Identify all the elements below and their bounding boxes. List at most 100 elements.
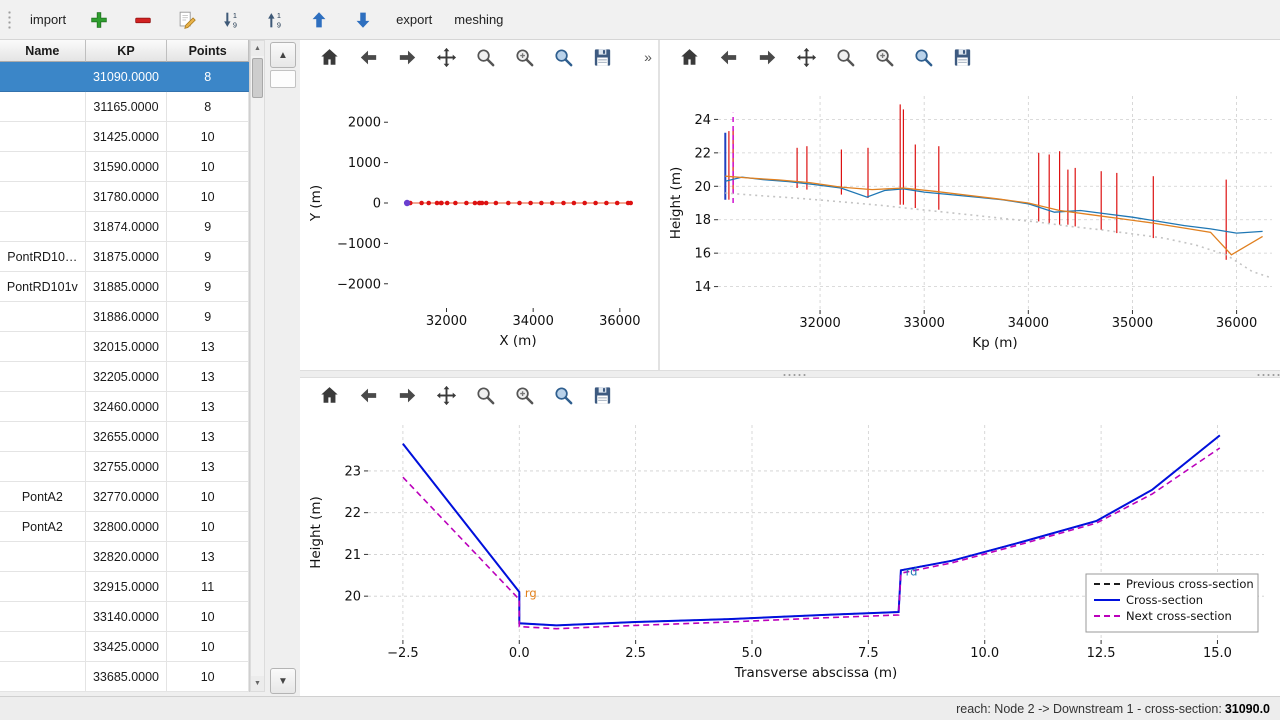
meshing-button[interactable]: meshing xyxy=(447,6,510,34)
zoom-button[interactable] xyxy=(472,44,498,70)
profile-view-chart[interactable]: 3200033000340003500036000141618202224Kp … xyxy=(660,74,1280,370)
zoom-mark-button[interactable] xyxy=(511,44,537,70)
save-button[interactable] xyxy=(589,44,615,70)
table-row[interactable]: PontRD101v31885.00009 xyxy=(0,272,249,302)
zoom-button[interactable] xyxy=(832,44,858,70)
table-row[interactable]: 32015.000013 xyxy=(0,332,249,362)
cross-section-figure[interactable]: −2.50.02.55.07.510.012.515.020212223Tran… xyxy=(300,412,1280,696)
import-button[interactable]: import xyxy=(23,6,73,34)
table-row[interactable]: 31090.00008 xyxy=(0,62,249,92)
forward-button[interactable] xyxy=(754,44,780,70)
home-button[interactable] xyxy=(316,44,342,70)
table-row[interactable]: PontA232800.000010 xyxy=(0,512,249,542)
cell-name: PontA2 xyxy=(0,512,86,542)
save-button[interactable] xyxy=(589,382,615,408)
move-up-button[interactable] xyxy=(301,6,337,34)
export-button[interactable]: export xyxy=(389,6,439,34)
plan-view-figure[interactable]: 320003400036000−2000−1000010002000X (m)Y… xyxy=(300,74,658,370)
table-row[interactable]: 31590.000010 xyxy=(0,152,249,182)
back-button[interactable] xyxy=(355,382,381,408)
add-button[interactable] xyxy=(81,6,117,34)
svg-text:Height (m): Height (m) xyxy=(308,496,324,569)
zoom-select-button[interactable] xyxy=(910,44,936,70)
table-row[interactable]: 32820.000013 xyxy=(0,542,249,572)
table-row[interactable]: 31780.000010 xyxy=(0,182,249,212)
table-scrollbar-thumb[interactable] xyxy=(252,58,263,98)
horizontal-splitter[interactable] xyxy=(300,370,1280,378)
table-row[interactable]: 31165.00008 xyxy=(0,92,249,122)
home-icon xyxy=(678,46,701,69)
back-button[interactable] xyxy=(355,44,381,70)
cross-section-markers xyxy=(453,201,458,206)
panel-scroll-down-button[interactable]: ▼ xyxy=(270,668,296,694)
table-row[interactable]: 32655.000013 xyxy=(0,422,249,452)
cell-kp: 32015.0000 xyxy=(86,332,168,362)
cross-section-markers xyxy=(480,201,485,206)
table-scrollbar[interactable]: ▲ ▼ xyxy=(250,40,265,692)
cross-section-chart[interactable]: −2.50.02.55.07.510.012.515.020212223Tran… xyxy=(300,412,1280,696)
panel-scroll-up-button[interactable]: ▲ xyxy=(270,42,296,68)
toolbar-grip[interactable] xyxy=(6,9,11,31)
cell-kp: 31590.0000 xyxy=(86,152,168,182)
edit-button[interactable] xyxy=(169,6,205,34)
zoom-mark-button[interactable] xyxy=(871,44,897,70)
cross-section-markers xyxy=(517,201,522,206)
cell-kp: 32655.0000 xyxy=(86,422,168,452)
table-row[interactable]: 33425.000010 xyxy=(0,632,249,662)
splitter-grip[interactable] xyxy=(782,373,808,377)
svg-text:−2.5: −2.5 xyxy=(387,646,419,661)
scroll-up-icon[interactable]: ▲ xyxy=(251,41,264,56)
home-button[interactable] xyxy=(316,382,342,408)
save-icon xyxy=(591,46,614,69)
column-header-points[interactable]: Points xyxy=(167,40,249,62)
zoom-select-button[interactable] xyxy=(550,382,576,408)
svg-text:1000: 1000 xyxy=(348,156,381,171)
pan-button[interactable] xyxy=(433,44,459,70)
edit-icon xyxy=(176,9,198,31)
add-icon xyxy=(88,9,110,31)
panel-scrollbar[interactable]: ▲ ▼ xyxy=(268,40,298,696)
cell-points: 13 xyxy=(167,542,249,572)
svg-text:32000: 32000 xyxy=(426,314,467,329)
save-button[interactable] xyxy=(949,44,975,70)
forward-button[interactable] xyxy=(394,44,420,70)
zoom-mark-icon xyxy=(873,46,896,69)
zoom-mark-button[interactable] xyxy=(511,382,537,408)
zoom-select-button[interactable] xyxy=(550,44,576,70)
svg-text:−2000: −2000 xyxy=(337,277,381,292)
back-button[interactable] xyxy=(715,44,741,70)
table-row[interactable]: 31425.000010 xyxy=(0,122,249,152)
sort-ascending-button[interactable]: 19 xyxy=(257,6,293,34)
column-header-kp[interactable]: KP xyxy=(86,40,168,62)
pan-button[interactable] xyxy=(433,382,459,408)
table-row[interactable]: 32460.000013 xyxy=(0,392,249,422)
cross-section-markers xyxy=(426,201,431,206)
table-row[interactable]: PontA232770.000010 xyxy=(0,482,249,512)
table-row[interactable]: 32915.000011 xyxy=(0,572,249,602)
cross-section-markers xyxy=(439,201,444,206)
table-row[interactable]: 33685.000010 xyxy=(0,662,249,692)
export-label: export xyxy=(396,12,432,27)
scroll-down-icon[interactable]: ▼ xyxy=(251,676,264,691)
remove-button[interactable] xyxy=(125,6,161,34)
move-down-button[interactable] xyxy=(345,6,381,34)
home-button[interactable] xyxy=(676,44,702,70)
table-row[interactable]: 33140.000010 xyxy=(0,602,249,632)
pan-button[interactable] xyxy=(793,44,819,70)
table-row[interactable]: 31886.00009 xyxy=(0,302,249,332)
table-row[interactable]: PontRD10…31875.00009 xyxy=(0,242,249,272)
panel-scrollbar-thumb[interactable] xyxy=(270,70,296,88)
sort-descending-button[interactable]: 19 xyxy=(213,6,249,34)
profile-view-figure[interactable]: 3200033000340003500036000141618202224Kp … xyxy=(660,74,1280,370)
zoom-button[interactable] xyxy=(472,382,498,408)
table-row[interactable]: 32205.000013 xyxy=(0,362,249,392)
toolbar-overflow-button[interactable]: » xyxy=(640,46,656,68)
table-row[interactable]: 32755.000013 xyxy=(0,452,249,482)
table-row[interactable]: 31874.00009 xyxy=(0,212,249,242)
column-header-name[interactable]: Name xyxy=(0,40,86,62)
plan-view-chart[interactable]: 320003400036000−2000−1000010002000X (m)Y… xyxy=(300,74,658,370)
sort-ascending-icon: 19 xyxy=(264,9,286,31)
forward-button[interactable] xyxy=(394,382,420,408)
splitter-grip[interactable] xyxy=(1256,373,1280,377)
svg-text:21: 21 xyxy=(344,548,361,563)
